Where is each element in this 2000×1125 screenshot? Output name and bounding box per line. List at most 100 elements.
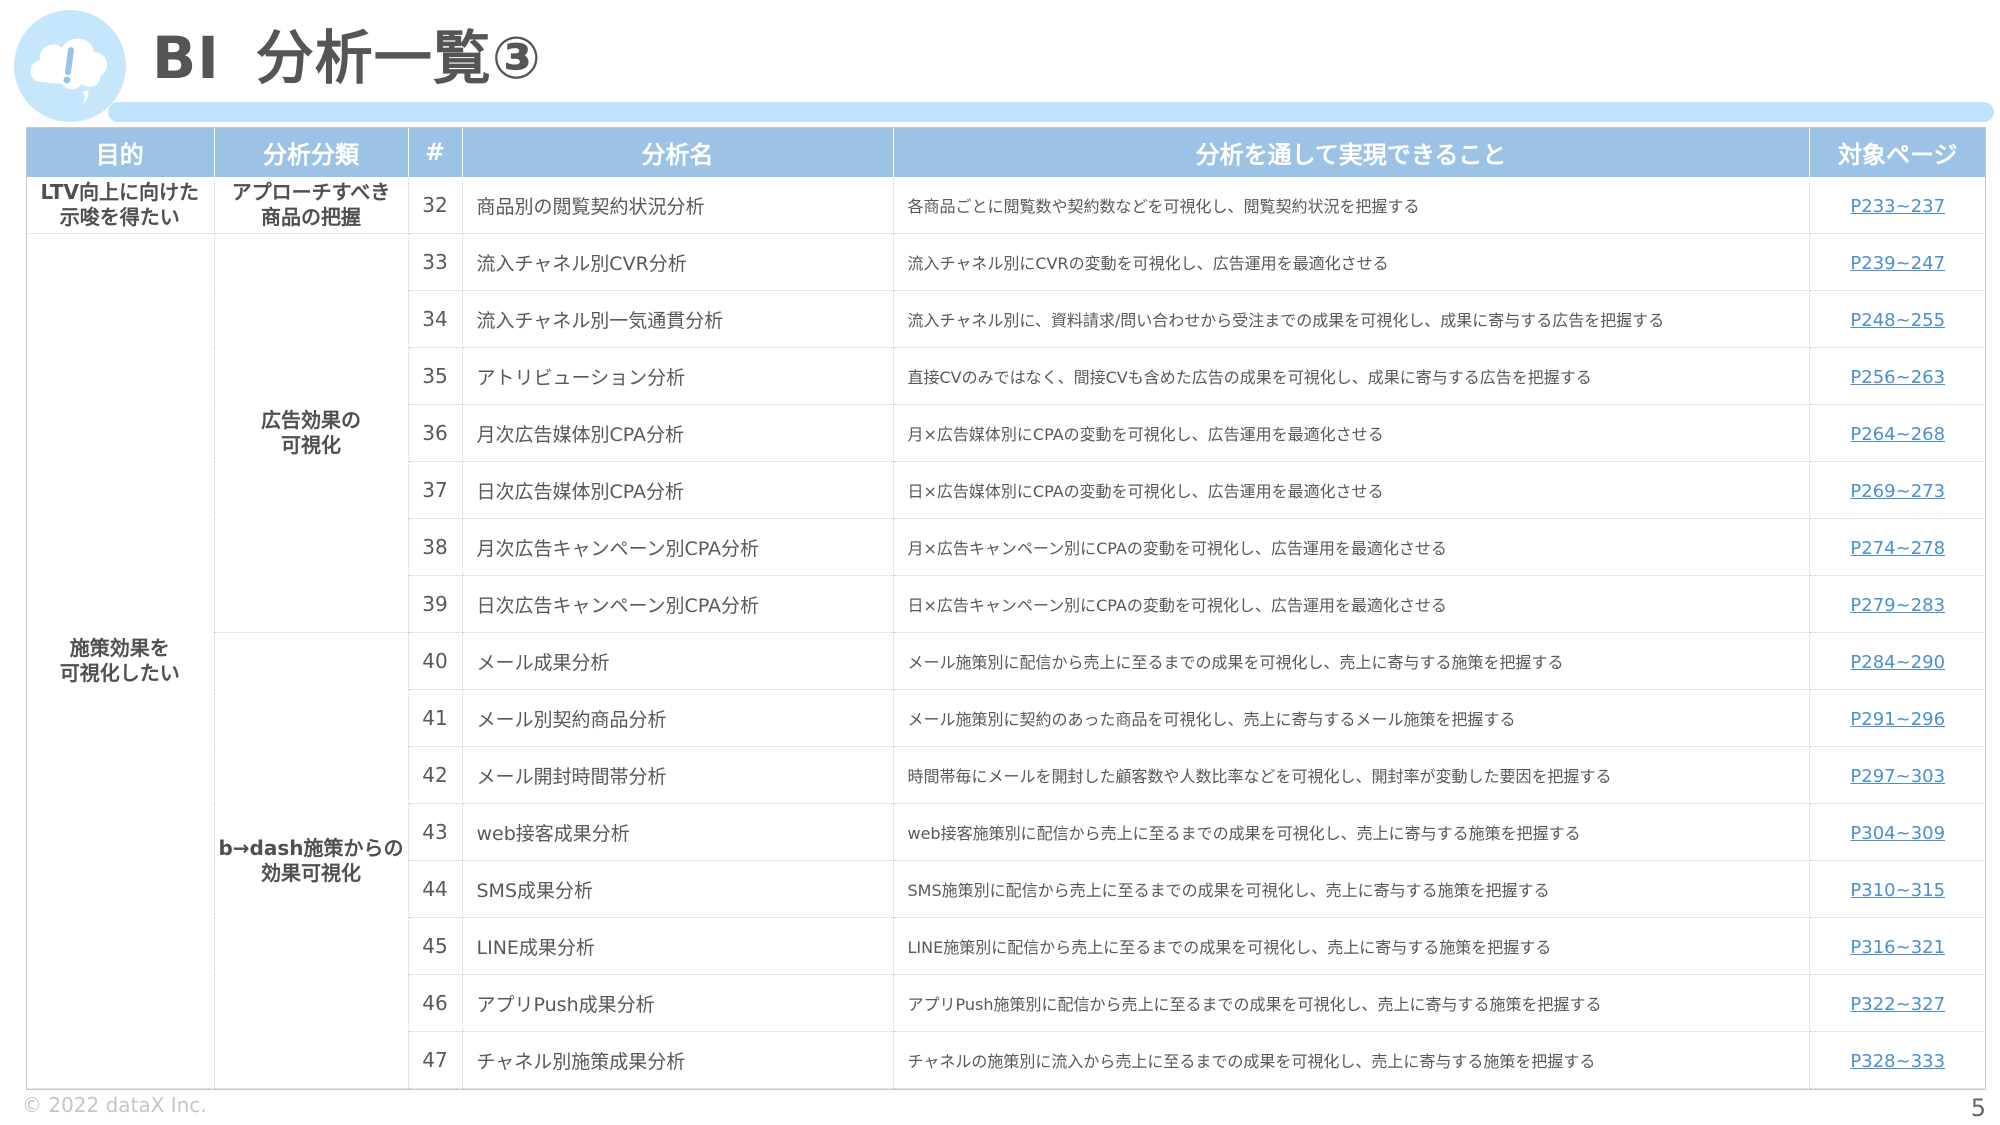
analysis-table: 目的 分析分類 # 分析名 分析を通して実現できること 対象ページ LTV向上に… [26, 127, 1986, 1089]
purpose-cell: 施策効果を 可視化したい [26, 233, 215, 1089]
table-row: LTV向上に向けた 示唆を得たい アプローチすべき 商品の把握 32 商品別の閲… [26, 177, 1986, 234]
analysis-name: 流入チャネル別一気通貫分析 [462, 290, 894, 348]
page-number: 5 [1970, 1094, 1986, 1122]
analysis-table-container: 目的 分析分類 # 分析名 分析を通して実現できること 対象ページ LTV向上に… [26, 127, 1986, 1089]
page-cell: P264~268 [1809, 404, 1986, 462]
analysis-name: 日次広告媒体別CPA分析 [462, 461, 894, 519]
page-cell: P239~247 [1809, 233, 1986, 291]
header-number: # [408, 127, 463, 177]
row-number: 40 [408, 632, 463, 690]
analysis-name: アプリPush成果分析 [462, 974, 894, 1032]
analysis-name: 商品別の閲覧契約状況分析 [462, 177, 894, 234]
row-number: 44 [408, 860, 463, 918]
page-link[interactable]: P328~333 [1850, 1051, 1945, 1072]
row-number: 46 [408, 974, 463, 1032]
purpose-label: LTV向上に向けた 示唆を得たい [40, 180, 200, 229]
row-number: 39 [408, 575, 463, 633]
analysis-name: LINE成果分析 [462, 917, 894, 975]
page-link[interactable]: P264~268 [1850, 424, 1945, 445]
analysis-description: 日×広告キャンペーン別にCPAの変動を可視化し、広告運用を最適化させる [893, 575, 1810, 633]
analysis-name: メール開封時間帯分析 [462, 746, 894, 804]
row-number: 36 [408, 404, 463, 462]
analysis-description: LINE施策別に配信から売上に至るまでの成果を可視化し、売上に寄与する施策を把握… [893, 917, 1810, 975]
analysis-name: SMS成果分析 [462, 860, 894, 918]
row-number: 41 [408, 689, 463, 747]
page-link[interactable]: P297~303 [1850, 766, 1945, 787]
header-category: 分析分類 [214, 127, 409, 177]
category-label: 広告効果の 可視化 [261, 408, 361, 457]
page-cell: P328~333 [1809, 1031, 1986, 1089]
page-link[interactable]: P316~321 [1850, 937, 1945, 958]
page-cell: P269~273 [1809, 461, 1986, 519]
page-cell: P310~315 [1809, 860, 1986, 918]
row-number: 35 [408, 347, 463, 405]
analysis-name: web接客成果分析 [462, 803, 894, 861]
row-number: 47 [408, 1031, 463, 1089]
page-link[interactable]: P239~247 [1850, 253, 1945, 274]
analysis-description: 時間帯毎にメールを開封した顧客数や人数比率などを可視化し、開封率が変動した要因を… [893, 746, 1810, 804]
header-purpose: 目的 [26, 127, 215, 177]
page-link[interactable]: P269~273 [1850, 481, 1945, 502]
analysis-name: 月次広告キャンペーン別CPA分析 [462, 518, 894, 576]
analysis-name: アトリビューション分析 [462, 347, 894, 405]
title-main: 分析一覧③ [255, 24, 542, 92]
category-cell: b→dash施策からの 効果可視化 [214, 632, 409, 1089]
analysis-description: メール施策別に契約のあった商品を可視化し、売上に寄与するメール施策を把握する [893, 689, 1810, 747]
page-link[interactable]: P322~327 [1850, 994, 1945, 1015]
page-link[interactable]: P256~263 [1850, 367, 1945, 388]
analysis-description: 流入チャネル別に、資料請求/問い合わせから受注までの成果を可視化し、成果に寄与す… [893, 290, 1810, 348]
analysis-description: web接客施策別に配信から売上に至るまでの成果を可視化し、売上に寄与する施策を把… [893, 803, 1810, 861]
page-title: BI 分析一覧③ [152, 18, 542, 98]
purpose-label: 施策効果を 可視化したい [59, 636, 180, 685]
page-cell: P279~283 [1809, 575, 1986, 633]
analysis-description: 直接CVのみではなく、間接CVも含めた広告の成果を可視化し、成果に寄与する広告を… [893, 347, 1810, 405]
page-cell: P304~309 [1809, 803, 1986, 861]
header-target-page: 対象ページ [1809, 127, 1986, 177]
title-prefix: BI [152, 24, 220, 92]
table-row: b→dash施策からの 効果可視化 40 メール成果分析 メール施策別に配信から… [26, 632, 1986, 1089]
row-number: 38 [408, 518, 463, 576]
category-cell: アプローチすべき 商品の把握 [214, 177, 409, 234]
title-underline-bar [108, 102, 1994, 122]
page-link[interactable]: P279~283 [1850, 595, 1945, 616]
table-row: 施策効果を 可視化したい 広告効果の 可視化 33 流入チャネル別CVR分析 流… [26, 233, 1986, 1089]
analysis-description: メール施策別に配信から売上に至るまでの成果を可視化し、売上に寄与する施策を把握す… [893, 632, 1810, 690]
category-label: アプローチすべき 商品の把握 [231, 180, 391, 229]
category-cell: 広告効果の 可視化 [214, 233, 409, 633]
page-cell: P248~255 [1809, 290, 1986, 348]
page-cell: P291~296 [1809, 689, 1986, 747]
table-header-row: 目的 分析分類 # 分析名 分析を通して実現できること 対象ページ [26, 127, 1986, 177]
analysis-description: チャネルの施策別に流入から売上に至るまでの成果を可視化し、売上に寄与する施策を把… [893, 1031, 1810, 1089]
purpose-cell: LTV向上に向けた 示唆を得たい [26, 177, 215, 234]
row-number: 32 [408, 177, 463, 234]
category-label: b→dash施策からの 効果可視化 [218, 835, 404, 885]
analysis-name: メール成果分析 [462, 632, 894, 690]
page-link[interactable]: P304~309 [1850, 823, 1945, 844]
analysis-name: 流入チャネル別CVR分析 [462, 233, 894, 291]
analysis-description: 流入チャネル別にCVRの変動を可視化し、広告運用を最適化させる [893, 233, 1810, 291]
analysis-name: チャネル別施策成果分析 [462, 1031, 894, 1089]
copyright: © 2022 dataX Inc. [22, 1093, 207, 1117]
header-description: 分析を通して実現できること [893, 127, 1810, 177]
analysis-description: 各商品ごとに閲覧数や契約数などを可視化し、閲覧契約状況を把握する [893, 177, 1810, 234]
analysis-name: メール別契約商品分析 [462, 689, 894, 747]
row-number: 45 [408, 917, 463, 975]
page-link[interactable]: P274~278 [1850, 538, 1945, 559]
page-cell: P316~321 [1809, 917, 1986, 975]
page-cell: P274~278 [1809, 518, 1986, 576]
analysis-description: 日×広告媒体別にCPAの変動を可視化し、広告運用を最適化させる [893, 461, 1810, 519]
page-cell: P322~327 [1809, 974, 1986, 1032]
page-cell: P233~237 [1809, 177, 1986, 234]
analysis-description: 月×広告媒体別にCPAの変動を可視化し、広告運用を最適化させる [893, 404, 1810, 462]
row-number: 42 [408, 746, 463, 804]
page-link[interactable]: P291~296 [1850, 709, 1945, 730]
page-link[interactable]: P310~315 [1850, 880, 1945, 901]
row-number: 37 [408, 461, 463, 519]
row-number: 43 [408, 803, 463, 861]
page-link[interactable]: P248~255 [1850, 310, 1945, 331]
page-link[interactable]: P233~237 [1850, 196, 1945, 217]
row-number: 34 [408, 290, 463, 348]
page-link[interactable]: P284~290 [1850, 652, 1945, 673]
page-cell: P256~263 [1809, 347, 1986, 405]
analysis-name: 月次広告媒体別CPA分析 [462, 404, 894, 462]
